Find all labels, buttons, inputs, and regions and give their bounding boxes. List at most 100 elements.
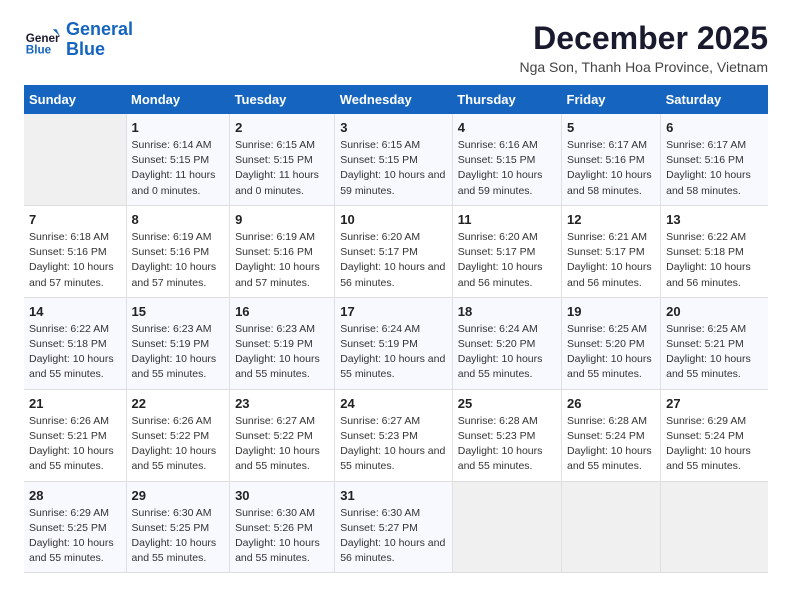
day-info: Sunrise: 6:23 AM Sunset: 5:19 PM Dayligh… — [235, 322, 329, 383]
calendar-cell: 9 Sunrise: 6:19 AM Sunset: 5:16 PM Dayli… — [230, 205, 335, 297]
sunrise-label: Sunrise: 6:25 AM — [567, 323, 647, 335]
sunrise-label: Sunrise: 6:28 AM — [458, 415, 538, 427]
day-info: Sunrise: 6:23 AM Sunset: 5:19 PM Dayligh… — [132, 322, 225, 383]
daylight-label: Daylight: 10 hours and 55 minutes. — [567, 353, 652, 380]
calendar-cell: 14 Sunrise: 6:22 AM Sunset: 5:18 PM Dayl… — [24, 297, 126, 389]
day-number: 22 — [132, 396, 225, 411]
day-header-sunday: Sunday — [24, 85, 126, 114]
sunrise-label: Sunrise: 6:22 AM — [29, 323, 109, 335]
sunrise-label: Sunrise: 6:23 AM — [132, 323, 212, 335]
sunset-label: Sunset: 5:15 PM — [458, 154, 536, 166]
sunset-label: Sunset: 5:27 PM — [340, 522, 418, 534]
sunrise-label: Sunrise: 6:17 AM — [666, 139, 746, 151]
svg-text:Blue: Blue — [26, 43, 52, 56]
calendar-cell: 12 Sunrise: 6:21 AM Sunset: 5:17 PM Dayl… — [562, 205, 661, 297]
daylight-label: Daylight: 10 hours and 56 minutes. — [340, 261, 445, 288]
daylight-label: Daylight: 10 hours and 56 minutes. — [666, 261, 751, 288]
calendar-cell: 13 Sunrise: 6:22 AM Sunset: 5:18 PM Dayl… — [661, 205, 768, 297]
calendar-cell: 1 Sunrise: 6:14 AM Sunset: 5:15 PM Dayli… — [126, 114, 230, 205]
sunset-label: Sunset: 5:18 PM — [29, 338, 107, 350]
sunset-label: Sunset: 5:18 PM — [666, 246, 744, 258]
sunset-label: Sunset: 5:21 PM — [29, 430, 107, 442]
day-info: Sunrise: 6:22 AM Sunset: 5:18 PM Dayligh… — [666, 230, 763, 291]
sunset-label: Sunset: 5:16 PM — [29, 246, 107, 258]
calendar-cell: 15 Sunrise: 6:23 AM Sunset: 5:19 PM Dayl… — [126, 297, 230, 389]
day-number: 16 — [235, 304, 329, 319]
sunrise-label: Sunrise: 6:18 AM — [29, 231, 109, 243]
sunset-label: Sunset: 5:19 PM — [340, 338, 418, 350]
calendar-cell: 24 Sunrise: 6:27 AM Sunset: 5:23 PM Dayl… — [335, 389, 453, 481]
sunrise-label: Sunrise: 6:22 AM — [666, 231, 746, 243]
day-number: 20 — [666, 304, 763, 319]
daylight-label: Daylight: 10 hours and 55 minutes. — [132, 445, 217, 472]
title-block: December 2025 Nga Son, Thanh Hoa Provinc… — [519, 20, 768, 75]
day-info: Sunrise: 6:16 AM Sunset: 5:15 PM Dayligh… — [458, 138, 556, 199]
day-number: 4 — [458, 120, 556, 135]
day-info: Sunrise: 6:29 AM Sunset: 5:24 PM Dayligh… — [666, 414, 763, 475]
sunset-label: Sunset: 5:19 PM — [132, 338, 210, 350]
sunset-label: Sunset: 5:16 PM — [666, 154, 744, 166]
sunset-label: Sunset: 5:24 PM — [666, 430, 744, 442]
sunset-label: Sunset: 5:20 PM — [458, 338, 536, 350]
calendar-cell: 7 Sunrise: 6:18 AM Sunset: 5:16 PM Dayli… — [24, 205, 126, 297]
day-number: 5 — [567, 120, 655, 135]
daylight-label: Daylight: 10 hours and 56 minutes. — [567, 261, 652, 288]
calendar-cell — [661, 481, 768, 573]
sunrise-label: Sunrise: 6:23 AM — [235, 323, 315, 335]
day-number: 18 — [458, 304, 556, 319]
day-header-tuesday: Tuesday — [230, 85, 335, 114]
calendar-cell — [24, 114, 126, 205]
sunrise-label: Sunrise: 6:21 AM — [567, 231, 647, 243]
sunset-label: Sunset: 5:19 PM — [235, 338, 313, 350]
calendar-cell: 2 Sunrise: 6:15 AM Sunset: 5:15 PM Dayli… — [230, 114, 335, 205]
calendar-cell: 4 Sunrise: 6:16 AM Sunset: 5:15 PM Dayli… — [452, 114, 561, 205]
sunrise-label: Sunrise: 6:14 AM — [132, 139, 212, 151]
day-number: 13 — [666, 212, 763, 227]
sunrise-label: Sunrise: 6:30 AM — [340, 507, 420, 519]
day-info: Sunrise: 6:21 AM Sunset: 5:17 PM Dayligh… — [567, 230, 655, 291]
day-number: 28 — [29, 488, 121, 503]
calendar-cell: 25 Sunrise: 6:28 AM Sunset: 5:23 PM Dayl… — [452, 389, 561, 481]
daylight-label: Daylight: 10 hours and 55 minutes. — [340, 445, 445, 472]
daylight-label: Daylight: 10 hours and 55 minutes. — [340, 353, 445, 380]
day-number: 25 — [458, 396, 556, 411]
calendar-cell: 11 Sunrise: 6:20 AM Sunset: 5:17 PM Dayl… — [452, 205, 561, 297]
sunrise-label: Sunrise: 6:29 AM — [29, 507, 109, 519]
calendar-cell: 27 Sunrise: 6:29 AM Sunset: 5:24 PM Dayl… — [661, 389, 768, 481]
day-header-saturday: Saturday — [661, 85, 768, 114]
daylight-label: Daylight: 10 hours and 59 minutes. — [340, 169, 445, 196]
day-header-monday: Monday — [126, 85, 230, 114]
day-number: 30 — [235, 488, 329, 503]
daylight-label: Daylight: 10 hours and 57 minutes. — [29, 261, 114, 288]
day-number: 8 — [132, 212, 225, 227]
sunset-label: Sunset: 5:23 PM — [458, 430, 536, 442]
day-info: Sunrise: 6:15 AM Sunset: 5:15 PM Dayligh… — [235, 138, 329, 199]
calendar-table: SundayMondayTuesdayWednesdayThursdayFrid… — [24, 85, 768, 573]
daylight-label: Daylight: 10 hours and 55 minutes. — [458, 353, 543, 380]
day-header-wednesday: Wednesday — [335, 85, 453, 114]
day-header-thursday: Thursday — [452, 85, 561, 114]
calendar-cell: 6 Sunrise: 6:17 AM Sunset: 5:16 PM Dayli… — [661, 114, 768, 205]
sunrise-label: Sunrise: 6:15 AM — [235, 139, 315, 151]
week-row-3: 14 Sunrise: 6:22 AM Sunset: 5:18 PM Dayl… — [24, 297, 768, 389]
page-header: General Blue General Blue December 2025 … — [24, 20, 768, 75]
day-info: Sunrise: 6:17 AM Sunset: 5:16 PM Dayligh… — [567, 138, 655, 199]
daylight-label: Daylight: 10 hours and 55 minutes. — [235, 537, 320, 564]
day-number: 29 — [132, 488, 225, 503]
sunrise-label: Sunrise: 6:26 AM — [29, 415, 109, 427]
sunset-label: Sunset: 5:20 PM — [567, 338, 645, 350]
daylight-label: Daylight: 10 hours and 55 minutes. — [29, 353, 114, 380]
month-title: December 2025 — [519, 20, 768, 57]
calendar-cell: 29 Sunrise: 6:30 AM Sunset: 5:25 PM Dayl… — [126, 481, 230, 573]
location-subtitle: Nga Son, Thanh Hoa Province, Vietnam — [519, 59, 768, 75]
sunset-label: Sunset: 5:22 PM — [132, 430, 210, 442]
daylight-label: Daylight: 10 hours and 55 minutes. — [235, 445, 320, 472]
sunset-label: Sunset: 5:22 PM — [235, 430, 313, 442]
day-info: Sunrise: 6:27 AM Sunset: 5:22 PM Dayligh… — [235, 414, 329, 475]
sunrise-label: Sunrise: 6:30 AM — [132, 507, 212, 519]
daylight-label: Daylight: 10 hours and 57 minutes. — [235, 261, 320, 288]
day-info: Sunrise: 6:18 AM Sunset: 5:16 PM Dayligh… — [29, 230, 121, 291]
calendar-cell: 21 Sunrise: 6:26 AM Sunset: 5:21 PM Dayl… — [24, 389, 126, 481]
day-number: 3 — [340, 120, 447, 135]
daylight-label: Daylight: 10 hours and 58 minutes. — [567, 169, 652, 196]
